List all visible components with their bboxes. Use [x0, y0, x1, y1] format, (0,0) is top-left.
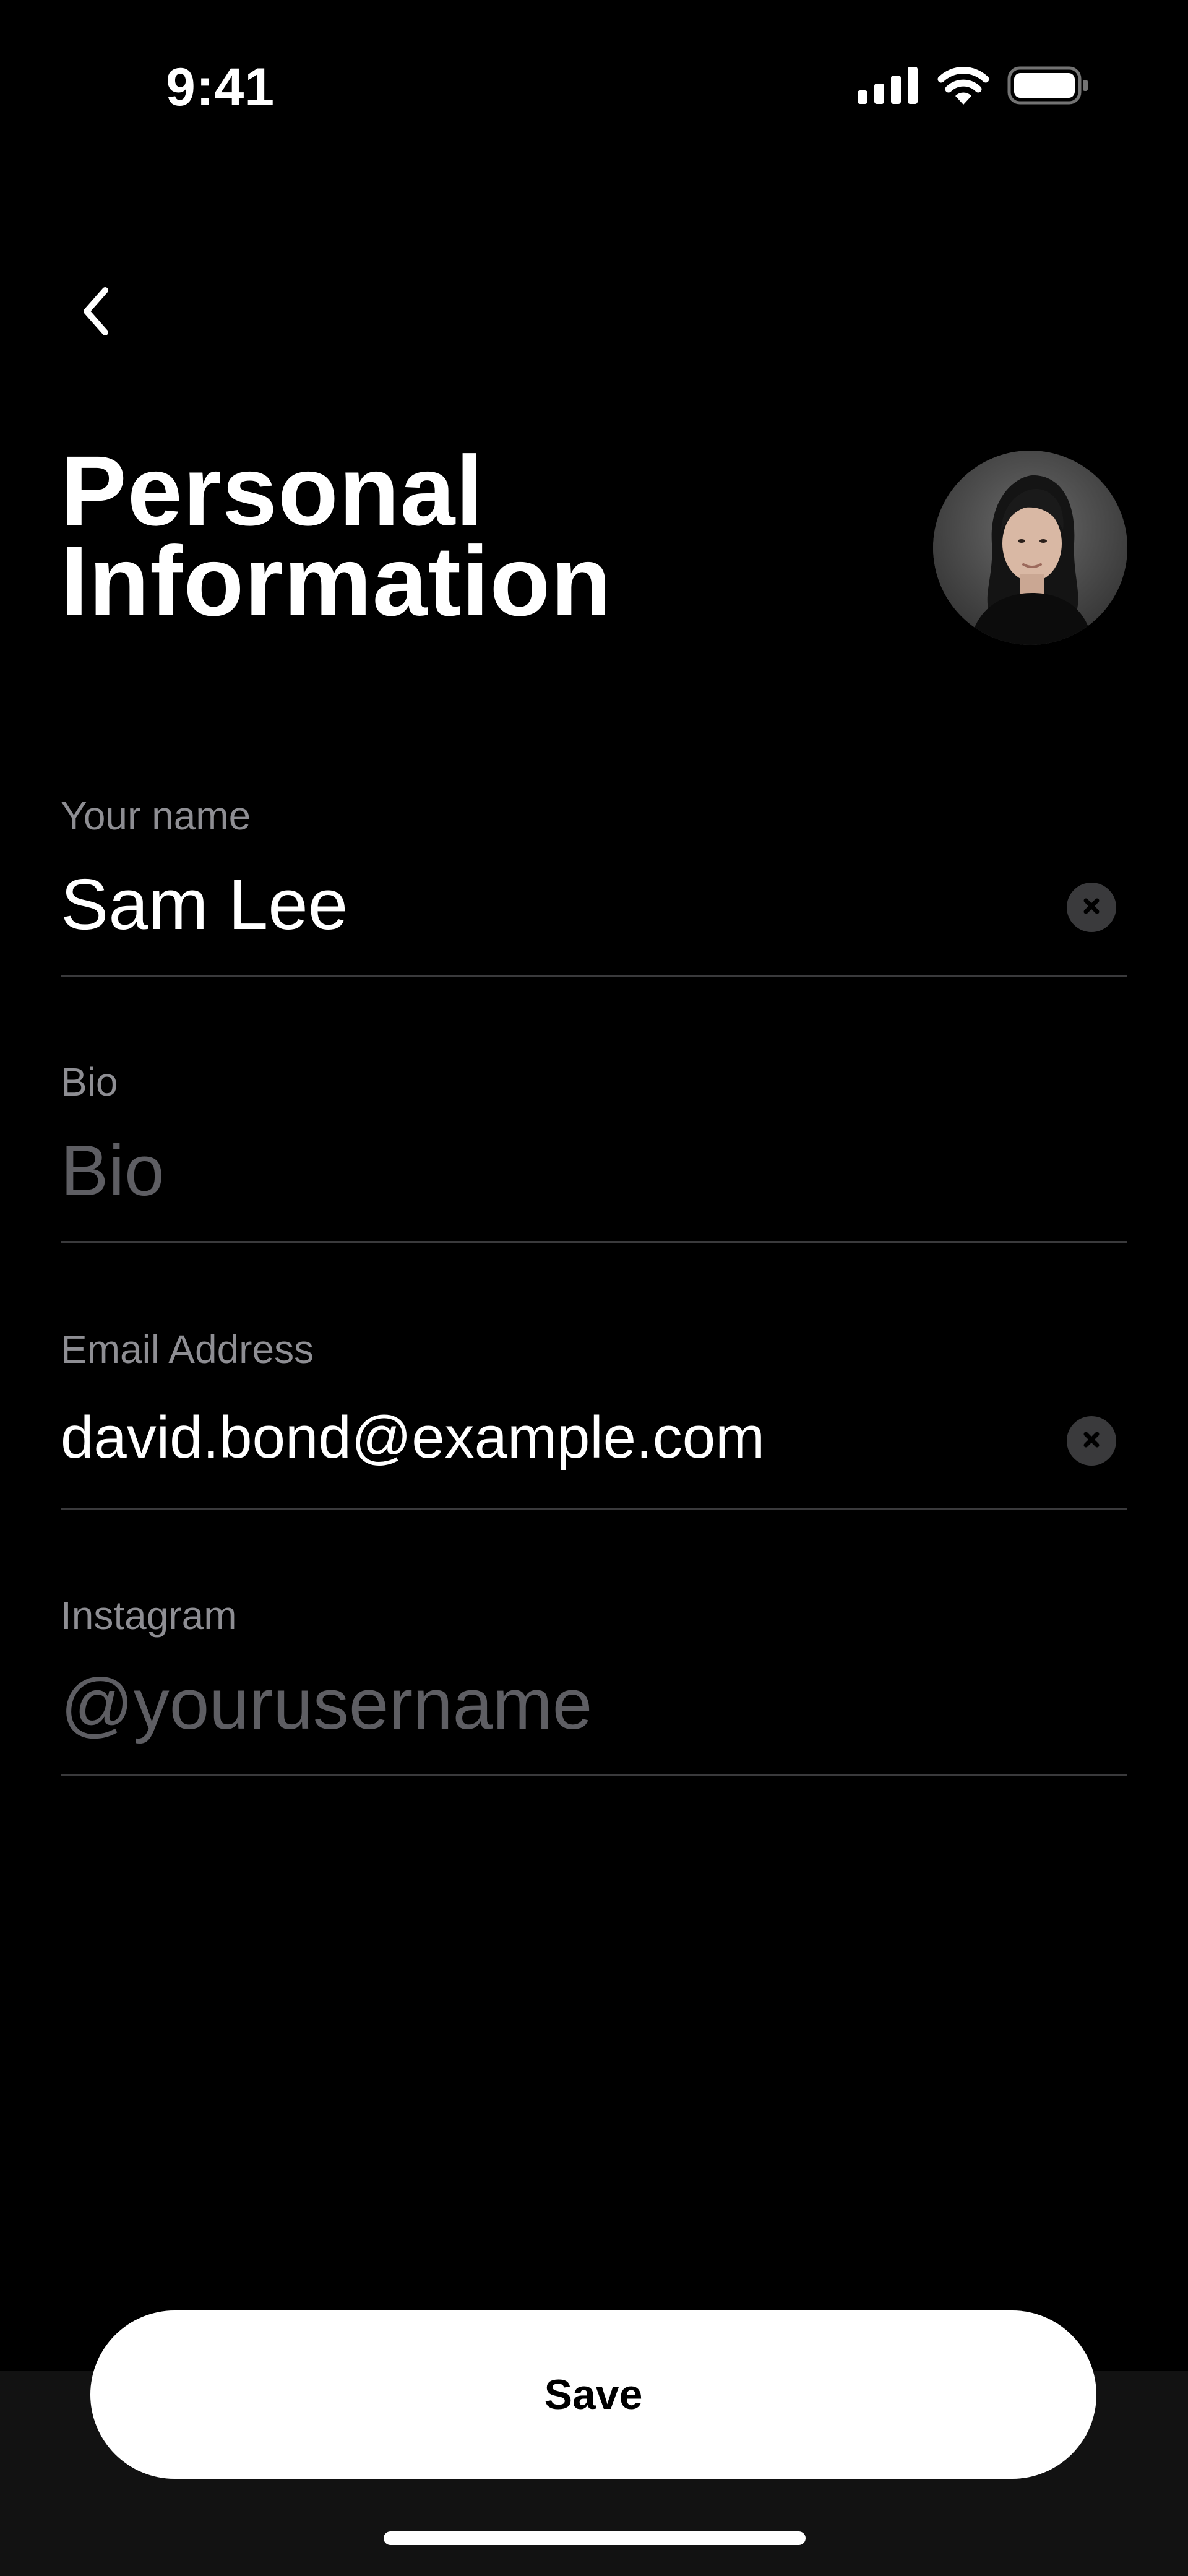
cellular-signal-icon	[858, 66, 919, 107]
email-input[interactable]	[61, 1391, 1026, 1484]
save-button[interactable]: Save	[90, 2310, 1096, 2479]
chevron-left-icon	[80, 285, 111, 340]
clear-x-icon	[1081, 896, 1102, 920]
name-field-divider	[61, 975, 1127, 977]
email-field-divider	[61, 1508, 1127, 1510]
wifi-icon	[937, 66, 990, 108]
email-field: Email Address	[61, 1325, 1127, 1510]
status-time: 9:41	[166, 58, 275, 117]
email-field-label: Email Address	[61, 1327, 314, 1372]
instagram-field-divider	[61, 1774, 1127, 1776]
clear-x-icon	[1081, 1429, 1102, 1453]
bio-input[interactable]	[61, 1124, 1026, 1217]
status-bar: 9:41	[0, 0, 1188, 179]
name-field-label: Your name	[61, 793, 251, 838]
battery-icon	[1007, 66, 1089, 108]
bio-field-label: Bio	[61, 1060, 118, 1104]
home-indicator	[384, 2531, 806, 2545]
avatar[interactable]	[933, 451, 1127, 645]
instagram-field: Instagram	[61, 1591, 1127, 1776]
name-input[interactable]	[61, 858, 1026, 951]
email-clear-button[interactable]	[1067, 1416, 1116, 1466]
bio-field-divider	[61, 1241, 1127, 1243]
bio-field: Bio	[61, 1057, 1127, 1243]
personal-information-screen: 9:41 Personal Information Your name Sam …	[0, 0, 1188, 2576]
instagram-field-label: Instagram	[61, 1593, 237, 1638]
status-icons	[858, 65, 1089, 108]
avatar-photo	[933, 451, 1127, 645]
page-title: Personal Information	[61, 435, 612, 636]
instagram-input[interactable]	[61, 1658, 1026, 1750]
name-clear-button[interactable]	[1067, 883, 1116, 932]
back-button[interactable]	[68, 279, 124, 347]
name-field: Your name	[61, 791, 1127, 977]
